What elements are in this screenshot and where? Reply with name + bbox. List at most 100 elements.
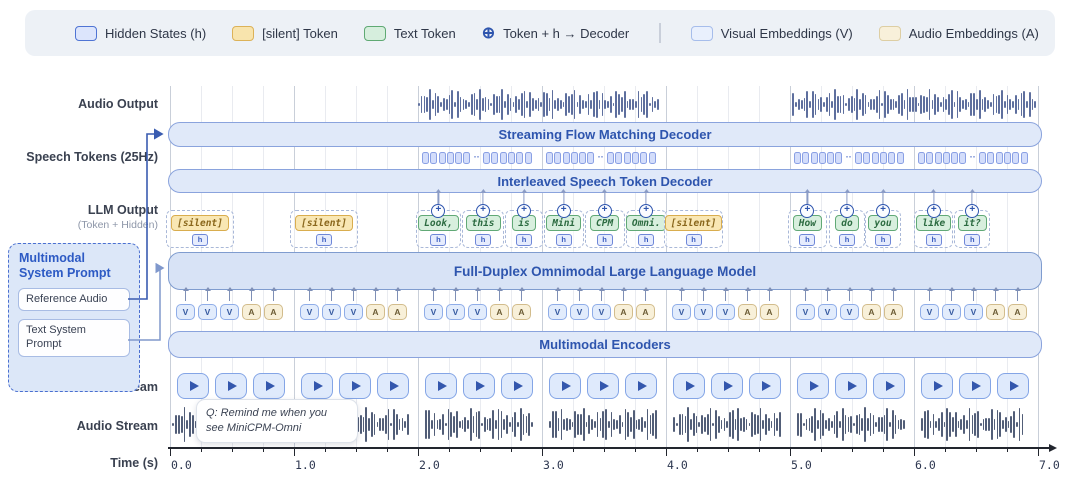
question-line-1: Q: Remind me when you	[206, 406, 348, 421]
token-to-decoder-arrow-icon	[807, 193, 808, 204]
legend-item-silent: [silent] Token	[232, 26, 338, 41]
play-icon	[514, 381, 523, 391]
speech-token-box	[1021, 152, 1028, 164]
video-frame	[253, 373, 285, 399]
time-tick	[418, 448, 419, 456]
visual-embedding-box: V	[468, 304, 487, 320]
token-to-decoder-arrow-icon	[523, 193, 524, 204]
visual-embedding-box: V	[920, 304, 939, 320]
hidden-state-box: h	[839, 234, 855, 246]
time-tick	[604, 448, 605, 452]
legend-item-label: Audio Embeddings (A)	[909, 26, 1039, 41]
speech-token-box	[439, 152, 446, 164]
up-arrow-icon	[973, 291, 974, 301]
legend-item-label: Visual Embeddings (V)	[721, 26, 853, 41]
audio-embedding-box: A	[614, 304, 633, 320]
video-frame	[501, 373, 533, 399]
time-tick	[542, 448, 543, 456]
speech-token-box	[819, 152, 826, 164]
up-arrow-icon	[995, 291, 996, 301]
visual-embedding-box: V	[672, 304, 691, 320]
speech-token-box	[607, 152, 614, 164]
time-tick-label: 0.0	[171, 458, 192, 472]
label-speech-tokens: Speech Tokens (25Hz)	[26, 150, 158, 164]
token-to-decoder-arrow-icon	[933, 193, 934, 204]
legend-divider	[659, 23, 661, 43]
play-icon	[600, 381, 609, 391]
llm-token-cell: +Omni.h	[626, 210, 667, 248]
visual-embedding-box: V	[716, 304, 735, 320]
play-icon	[438, 381, 447, 391]
token-to-decoder-arrow-icon	[646, 193, 647, 204]
legend-item-label: Hidden States (h)	[105, 26, 206, 41]
token-to-decoder-arrow-icon	[438, 193, 439, 204]
legend-bar: Hidden States (h) [silent] Token Text Toke…	[25, 10, 1055, 56]
silent-swatch-icon	[232, 26, 254, 41]
embedding-column: V	[220, 291, 239, 320]
audio-embedding-box: A	[242, 304, 261, 320]
time-tick	[1007, 448, 1008, 452]
up-arrow-icon	[827, 291, 828, 301]
video-frame-group	[673, 373, 781, 399]
up-arrow-icon	[397, 291, 398, 301]
up-arrow-icon	[353, 291, 354, 301]
time-tick	[263, 448, 264, 452]
up-arrow-icon	[477, 291, 478, 301]
up-arrow-icon	[951, 291, 952, 301]
legend-item-label: Text Token	[394, 26, 456, 41]
up-arrow-icon	[769, 291, 770, 301]
play-icon	[886, 381, 895, 391]
video-frame	[463, 373, 495, 399]
llm-token-cell: +ish	[505, 210, 542, 248]
embedding-group: VVVAA	[300, 291, 407, 320]
bar-label: Full-Duplex Omnimodal Large Language Mod…	[454, 264, 756, 279]
time-axis-arrowhead-icon	[1049, 444, 1057, 452]
visual-embedding-box: V	[424, 304, 443, 320]
up-arrow-icon	[185, 291, 186, 301]
hidden-state-box: h	[316, 234, 332, 246]
embedding-column: V	[942, 291, 961, 320]
speech-token-box	[918, 152, 925, 164]
time-tick-label: 5.0	[791, 458, 812, 472]
embedding-column: V	[424, 291, 443, 320]
audio-stream-wave-segment	[673, 406, 781, 443]
embedding-column: V	[300, 291, 319, 320]
speech-token-box	[463, 152, 470, 164]
up-arrow-icon	[579, 291, 580, 301]
speech-token-box	[827, 152, 834, 164]
up-arrow-icon	[805, 291, 806, 301]
time-tick	[573, 448, 574, 452]
time-tick	[697, 448, 698, 452]
label-audio-stream: Audio Stream	[77, 419, 158, 433]
speech-token-box	[811, 152, 818, 164]
up-arrow-icon	[499, 291, 500, 301]
speech-token-box	[554, 152, 561, 164]
embedding-column: A	[1008, 291, 1027, 320]
time-tick	[170, 448, 171, 456]
speech-token-box	[447, 152, 454, 164]
up-arrow-icon	[309, 291, 310, 301]
time-tick	[852, 448, 853, 452]
video-frame-group	[797, 373, 905, 399]
visual-embedding-box: V	[220, 304, 239, 320]
up-arrow-icon	[273, 291, 274, 301]
plus-decoder-icon: +	[876, 204, 890, 218]
speech-token-box	[546, 152, 553, 164]
time-tick-label: 1.0	[295, 458, 316, 472]
speech-token-box	[959, 152, 966, 164]
silent-token: [silent]	[665, 215, 723, 231]
hidden-state-box: h	[516, 234, 532, 246]
up-arrow-icon	[747, 291, 748, 301]
llm-token-cell: +doh	[829, 210, 865, 248]
audio-embedding-box: A	[1008, 304, 1027, 320]
speech-token-group: ··	[422, 151, 532, 164]
speech-token-box	[802, 152, 809, 164]
legend-item-label: [silent] Token	[262, 26, 338, 41]
audio-stream-wave-segment	[425, 406, 533, 443]
up-arrow-icon	[455, 291, 456, 301]
token-to-decoder-arrow-icon	[972, 193, 973, 204]
speech-token-ellipsis: ··	[472, 153, 482, 162]
up-arrow-icon	[557, 291, 558, 301]
up-arrow-icon	[433, 291, 434, 301]
speech-token-box	[835, 152, 842, 164]
